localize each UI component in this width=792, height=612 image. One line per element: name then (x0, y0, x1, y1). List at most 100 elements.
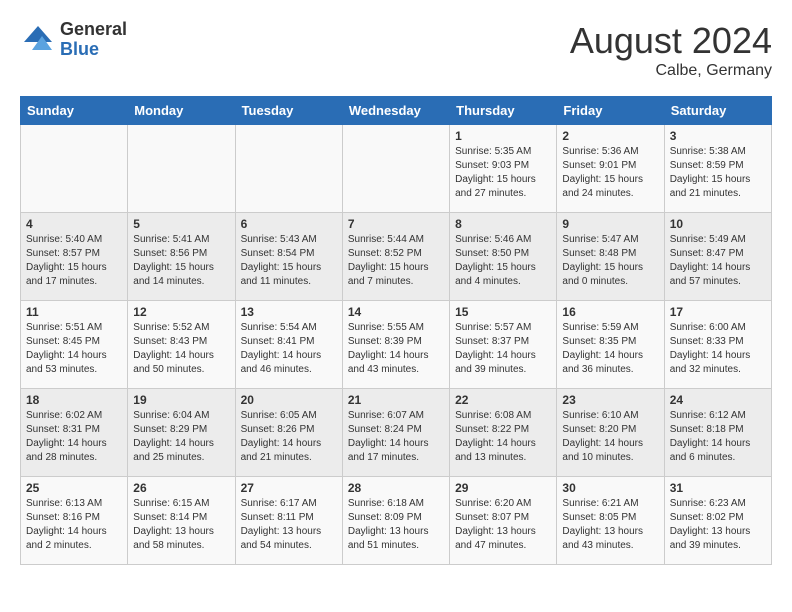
day-info: Sunrise: 6:12 AM Sunset: 8:18 PM Dayligh… (670, 409, 766, 465)
day-info: Sunrise: 6:23 AM Sunset: 8:02 PM Dayligh… (670, 497, 766, 553)
day-info: Sunrise: 6:00 AM Sunset: 8:33 PM Dayligh… (670, 321, 766, 377)
calendar-cell: 20 Sunrise: 6:05 AM Sunset: 8:26 PM Dayli… (235, 389, 342, 477)
calendar-cell: 12Sunrise: 5:52 AM Sunset: 8:43 PM Dayli… (128, 301, 235, 389)
day-number: 3 (670, 129, 766, 143)
calendar-cell: 5Sunrise: 5:41 AM Sunset: 8:56 PM Daylig… (128, 213, 235, 301)
calendar-cell: 11 Sunrise: 5:51 AM Sunset: 8:45 PM Dayli… (21, 301, 128, 389)
calendar-cell: 17 Sunrise: 6:00 AM Sunset: 8:33 PM Dayli… (664, 301, 771, 389)
calendar-cell: 16 Sunrise: 5:59 AM Sunset: 8:35 PM Dayli… (557, 301, 664, 389)
day-number: 31 (670, 481, 766, 495)
logo-blue-text: Blue (60, 40, 127, 60)
day-number: 22 (455, 393, 551, 407)
day-info: Sunrise: 6:21 AM Sunset: 8:05 PM Dayligh… (562, 497, 658, 553)
day-number: 21 (348, 393, 444, 407)
day-number: 6 (241, 217, 337, 231)
calendar-cell: 9Sunrise: 5:47 AM Sunset: 8:48 PM Daylig… (557, 213, 664, 301)
day-number: 2 (562, 129, 658, 143)
page-header: General Blue August 2024 Calbe, Germany (20, 20, 772, 80)
calendar-cell: 7 Sunrise: 5:44 AM Sunset: 8:52 PM Daylig… (342, 213, 449, 301)
calendar-cell: 30 Sunrise: 6:21 AM Sunset: 8:05 PM Dayli… (557, 477, 664, 565)
day-number: 8 (455, 217, 551, 231)
day-number: 10 (670, 217, 766, 231)
weekday-header-tuesday: Tuesday (235, 97, 342, 125)
day-number: 4 (26, 217, 122, 231)
month-year-title: August 2024 (570, 20, 772, 62)
day-info: Sunrise: 5:52 AM Sunset: 8:43 PM Dayligh… (133, 321, 229, 377)
day-number: 23 (562, 393, 658, 407)
day-info: Sunrise: 5:44 AM Sunset: 8:52 PM Dayligh… (348, 233, 444, 289)
day-number: 17 (670, 305, 766, 319)
day-info: Sunrise: 6:20 AM Sunset: 8:07 PM Dayligh… (455, 497, 551, 553)
day-number: 13 (241, 305, 337, 319)
calendar-table: SundayMondayTuesdayWednesdayThursdayFrid… (20, 96, 772, 565)
title-block: August 2024 Calbe, Germany (570, 20, 772, 80)
day-info: Sunrise: 5:47 AM Sunset: 8:48 PM Dayligh… (562, 233, 658, 289)
day-info: Sunrise: 5:43 AM Sunset: 8:54 PM Dayligh… (241, 233, 337, 289)
day-info: Sunrise: 5:38 AM Sunset: 8:59 PM Dayligh… (670, 145, 766, 201)
calendar-cell: 3 Sunrise: 5:38 AM Sunset: 8:59 PM Daylig… (664, 125, 771, 213)
weekday-header-monday: Monday (128, 97, 235, 125)
day-number: 25 (26, 481, 122, 495)
week-row-3: 11 Sunrise: 5:51 AM Sunset: 8:45 PM Dayli… (21, 301, 772, 389)
calendar-cell: 13 Sunrise: 5:54 AM Sunset: 8:41 PM Dayli… (235, 301, 342, 389)
day-info: Sunrise: 6:10 AM Sunset: 8:20 PM Dayligh… (562, 409, 658, 465)
day-number: 14 (348, 305, 444, 319)
day-info: Sunrise: 5:54 AM Sunset: 8:41 PM Dayligh… (241, 321, 337, 377)
calendar-cell: 15 Sunrise: 5:57 AM Sunset: 8:37 PM Dayli… (450, 301, 557, 389)
weekday-header-friday: Friday (557, 97, 664, 125)
day-info: Sunrise: 5:57 AM Sunset: 8:37 PM Dayligh… (455, 321, 551, 377)
calendar-cell: 25 Sunrise: 6:13 AM Sunset: 8:16 PM Dayli… (21, 477, 128, 565)
week-row-2: 4 Sunrise: 5:40 AM Sunset: 8:57 PM Daylig… (21, 213, 772, 301)
calendar-cell: 4 Sunrise: 5:40 AM Sunset: 8:57 PM Daylig… (21, 213, 128, 301)
calendar-cell (342, 125, 449, 213)
day-number: 16 (562, 305, 658, 319)
header-row: SundayMondayTuesdayWednesdayThursdayFrid… (21, 97, 772, 125)
day-info: Sunrise: 5:35 AM Sunset: 9:03 PM Dayligh… (455, 145, 551, 201)
calendar-cell: 2 Sunrise: 5:36 AM Sunset: 9:01 PM Daylig… (557, 125, 664, 213)
day-info: Sunrise: 5:46 AM Sunset: 8:50 PM Dayligh… (455, 233, 551, 289)
day-info: Sunrise: 6:18 AM Sunset: 8:09 PM Dayligh… (348, 497, 444, 553)
logo-icon (20, 22, 56, 58)
day-number: 30 (562, 481, 658, 495)
day-number: 20 (241, 393, 337, 407)
day-number: 19 (133, 393, 229, 407)
calendar-cell: 24 Sunrise: 6:12 AM Sunset: 8:18 PM Dayli… (664, 389, 771, 477)
day-number: 28 (348, 481, 444, 495)
calendar-cell: 31 Sunrise: 6:23 AM Sunset: 8:02 PM Dayli… (664, 477, 771, 565)
day-info: Sunrise: 6:13 AM Sunset: 8:16 PM Dayligh… (26, 497, 122, 553)
calendar-cell: 1Sunrise: 5:35 AM Sunset: 9:03 PM Daylig… (450, 125, 557, 213)
weekday-header-saturday: Saturday (664, 97, 771, 125)
day-number: 11 (26, 305, 122, 319)
day-number: 27 (241, 481, 337, 495)
calendar-cell: 23 Sunrise: 6:10 AM Sunset: 8:20 PM Dayli… (557, 389, 664, 477)
day-number: 18 (26, 393, 122, 407)
day-info: Sunrise: 5:49 AM Sunset: 8:47 PM Dayligh… (670, 233, 766, 289)
calendar-cell: 6 Sunrise: 5:43 AM Sunset: 8:54 PM Daylig… (235, 213, 342, 301)
weekday-header-thursday: Thursday (450, 97, 557, 125)
day-number: 29 (455, 481, 551, 495)
calendar-cell: 19Sunrise: 6:04 AM Sunset: 8:29 PM Dayli… (128, 389, 235, 477)
week-row-5: 25 Sunrise: 6:13 AM Sunset: 8:16 PM Dayli… (21, 477, 772, 565)
day-number: 24 (670, 393, 766, 407)
day-info: Sunrise: 5:51 AM Sunset: 8:45 PM Dayligh… (26, 321, 122, 377)
day-number: 7 (348, 217, 444, 231)
calendar-cell: 28 Sunrise: 6:18 AM Sunset: 8:09 PM Dayli… (342, 477, 449, 565)
day-info: Sunrise: 6:17 AM Sunset: 8:11 PM Dayligh… (241, 497, 337, 553)
calendar-cell: 26Sunrise: 6:15 AM Sunset: 8:14 PM Dayli… (128, 477, 235, 565)
week-row-1: 1Sunrise: 5:35 AM Sunset: 9:03 PM Daylig… (21, 125, 772, 213)
weekday-header-wednesday: Wednesday (342, 97, 449, 125)
calendar-cell (235, 125, 342, 213)
day-info: Sunrise: 6:05 AM Sunset: 8:26 PM Dayligh… (241, 409, 337, 465)
weekday-header-sunday: Sunday (21, 97, 128, 125)
day-info: Sunrise: 5:36 AM Sunset: 9:01 PM Dayligh… (562, 145, 658, 201)
calendar-cell: 29 Sunrise: 6:20 AM Sunset: 8:07 PM Dayli… (450, 477, 557, 565)
day-info: Sunrise: 5:59 AM Sunset: 8:35 PM Dayligh… (562, 321, 658, 377)
day-info: Sunrise: 5:41 AM Sunset: 8:56 PM Dayligh… (133, 233, 229, 289)
logo-general-text: General (60, 20, 127, 40)
day-info: Sunrise: 5:40 AM Sunset: 8:57 PM Dayligh… (26, 233, 122, 289)
calendar-cell: 10 Sunrise: 5:49 AM Sunset: 8:47 PM Dayli… (664, 213, 771, 301)
calendar-cell: 18Sunrise: 6:02 AM Sunset: 8:31 PM Dayli… (21, 389, 128, 477)
day-info: Sunrise: 5:55 AM Sunset: 8:39 PM Dayligh… (348, 321, 444, 377)
calendar-cell: 8 Sunrise: 5:46 AM Sunset: 8:50 PM Daylig… (450, 213, 557, 301)
day-number: 15 (455, 305, 551, 319)
